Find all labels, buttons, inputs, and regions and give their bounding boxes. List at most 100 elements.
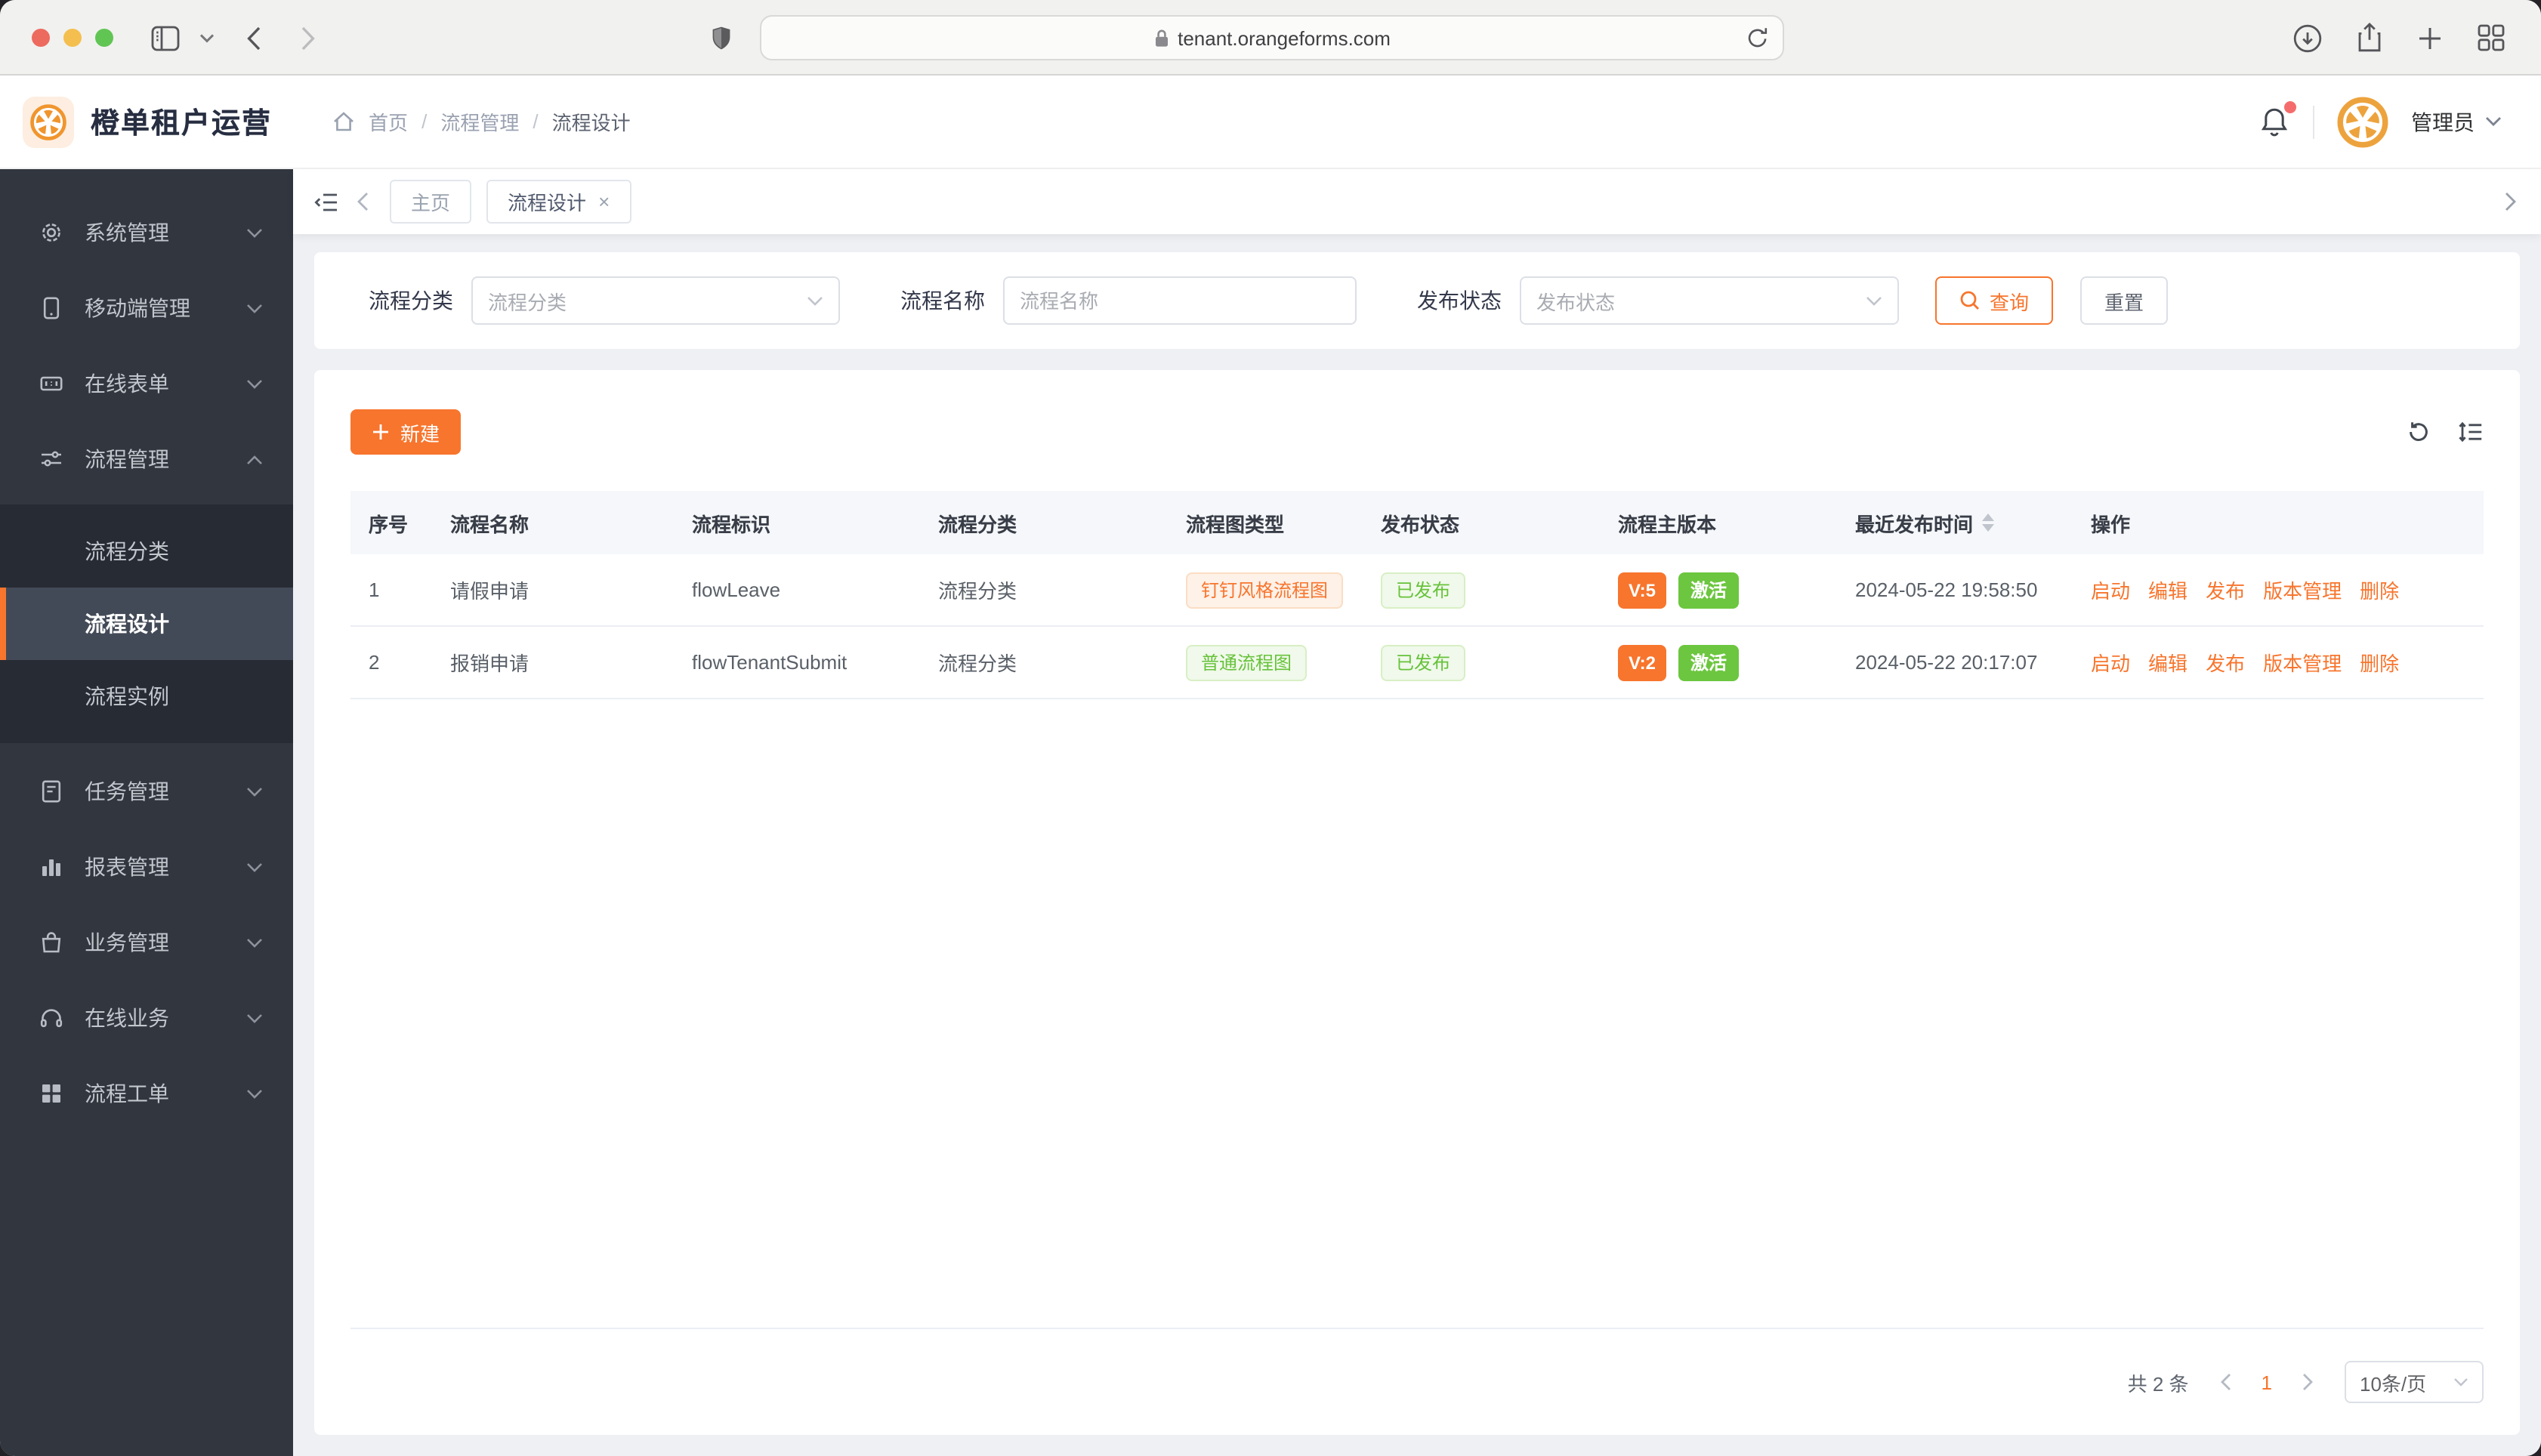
cell-key: flowLeave xyxy=(692,578,781,601)
sidebar-item-flow-design[interactable]: 流程设计 xyxy=(0,588,293,660)
next-page-button[interactable] xyxy=(2302,1373,2314,1391)
col-publish-status: 发布状态 xyxy=(1381,513,1460,535)
sidebar-item-flow-category[interactable]: 流程分类 xyxy=(0,515,293,588)
sidebar-item-report[interactable]: 报表管理 xyxy=(0,837,293,897)
sidebar: 系统管理 移动端管理 在线表单 流程管理 流程分类 流程设计 流程实例 任务管理… xyxy=(0,169,293,1456)
grid-overview-icon xyxy=(2478,24,2505,51)
app-title: 橙单租户运营 xyxy=(91,109,273,140)
prev-page-button[interactable] xyxy=(2219,1373,2231,1391)
chevron-left-icon xyxy=(357,193,368,211)
tab-group-chevron-button[interactable] xyxy=(196,0,218,76)
filter-name-input[interactable] xyxy=(1003,276,1357,325)
delete-link[interactable]: 删除 xyxy=(2360,575,2399,604)
active-badge: 激活 xyxy=(1678,644,1740,680)
sidebar-item-system[interactable]: 系统管理 xyxy=(0,202,293,263)
sort-asc-icon[interactable] xyxy=(1982,514,1995,521)
sidebar-item-flow-instance[interactable]: 流程实例 xyxy=(0,660,293,733)
filter-bar: 流程分类 流程分类 流程名称 发布状态 发布状态 xyxy=(314,252,2520,349)
edit-link[interactable]: 编辑 xyxy=(2148,648,2187,677)
publish-link[interactable]: 发布 xyxy=(2206,575,2245,604)
sort-desc-icon[interactable] xyxy=(1982,524,1995,532)
home-icon xyxy=(334,112,354,131)
refresh-button[interactable] xyxy=(2407,420,2431,444)
col-main-version: 流程主版本 xyxy=(1618,513,1717,535)
tab-scroll-right-button[interactable] xyxy=(2505,192,2517,211)
flow-table: 序号 流程名称 流程标识 流程分类 流程图类型 发布状态 流程主版本 最近发布时… xyxy=(350,491,2484,1329)
sidebar-item-online-form[interactable]: 在线表单 xyxy=(0,353,293,414)
row-density-button[interactable] xyxy=(2458,420,2484,444)
table-row: 1 请假申请 flowLeave 流程分类 钉钉风格流程图 已发布 V:5 激活 xyxy=(350,554,2484,627)
sidebar-item-flow-mgmt[interactable]: 流程管理 xyxy=(0,429,293,489)
publish-status-badge: 已发布 xyxy=(1381,644,1466,680)
notifications-button[interactable] xyxy=(2258,100,2296,138)
edit-link[interactable]: 编辑 xyxy=(2148,575,2187,604)
close-tab-icon[interactable]: × xyxy=(598,192,610,211)
filter-category-select[interactable]: 流程分类 xyxy=(471,276,840,325)
version-mgmt-link[interactable]: 版本管理 xyxy=(2263,575,2342,604)
filter-status-label: 发布状态 xyxy=(1417,288,1502,313)
chevron-down-icon xyxy=(2454,1378,2468,1387)
avatar[interactable] xyxy=(2337,96,2388,147)
sidebar-item-mobile[interactable]: 移动端管理 xyxy=(0,278,293,338)
filter-status-select[interactable]: 发布状态 xyxy=(1520,276,1899,325)
chevron-right-icon xyxy=(2505,193,2516,211)
col-category: 流程分类 xyxy=(938,513,1017,535)
chevron-down-icon xyxy=(247,787,262,796)
breadcrumb-flow-mgmt[interactable]: 流程管理 xyxy=(440,107,519,136)
shield-icon xyxy=(712,26,730,49)
tab-bar: 主页 流程设计 × xyxy=(293,169,2541,234)
cell-name: 报销申请 xyxy=(450,652,530,675)
refresh-icon xyxy=(2410,422,2428,441)
mobile-icon xyxy=(43,297,60,319)
user-name: 管理员 xyxy=(2411,110,2475,134)
share-button[interactable] xyxy=(2357,23,2382,53)
tab-home[interactable]: 主页 xyxy=(390,180,472,224)
new-tab-button[interactable] xyxy=(2417,25,2443,51)
back-button[interactable] xyxy=(242,0,266,76)
create-button[interactable]: 新建 xyxy=(350,409,462,455)
sidebar-item-flow-workorder[interactable]: 流程工单 xyxy=(0,1063,293,1124)
sidebar-item-online-business[interactable]: 在线业务 xyxy=(0,988,293,1048)
traffic-lights xyxy=(32,28,113,46)
flow-mgmt-submenu: 流程分类 流程设计 流程实例 xyxy=(0,504,293,743)
current-page[interactable]: 1 xyxy=(2262,1371,2272,1393)
publish-link[interactable]: 发布 xyxy=(2206,648,2245,677)
task-icon xyxy=(42,780,61,803)
downloads-button[interactable] xyxy=(2293,23,2322,52)
close-window-button[interactable] xyxy=(32,28,50,46)
collapse-menu-icon xyxy=(314,193,337,211)
sort-control[interactable] xyxy=(1982,514,1995,532)
version-mgmt-link[interactable]: 版本管理 xyxy=(2263,648,2342,677)
breadcrumb-home[interactable]: 首页 xyxy=(369,107,408,136)
bar-chart-icon xyxy=(42,859,60,876)
sidebar-toggle-button[interactable] xyxy=(148,0,181,76)
sidebar-item-task[interactable]: 任务管理 xyxy=(0,761,293,822)
minimize-window-button[interactable] xyxy=(63,28,82,46)
search-icon xyxy=(1960,291,1979,310)
reset-button[interactable]: 重置 xyxy=(2080,276,2169,325)
privacy-shield-button[interactable] xyxy=(707,0,734,76)
delete-link[interactable]: 删除 xyxy=(2360,648,2399,677)
chevron-right-icon xyxy=(301,26,315,50)
sidebar-item-business[interactable]: 业务管理 xyxy=(0,912,293,973)
start-link[interactable]: 启动 xyxy=(2091,648,2130,677)
chevron-down-icon xyxy=(2486,117,2501,126)
download-icon xyxy=(2293,23,2322,52)
forward-button[interactable] xyxy=(296,0,320,76)
address-bar[interactable]: tenant.orangeforms.com xyxy=(760,15,1784,60)
collapse-menu-button[interactable] xyxy=(314,191,338,212)
page-size-select[interactable]: 10条/页 xyxy=(2345,1361,2484,1403)
zoom-window-button[interactable] xyxy=(95,28,113,46)
cell-index: 2 xyxy=(369,651,380,674)
start-link[interactable]: 启动 xyxy=(2091,575,2130,604)
diagram-type-badge: 普通流程图 xyxy=(1186,644,1308,680)
reload-button[interactable] xyxy=(1746,26,1769,51)
form-icon xyxy=(40,376,63,391)
col-diagram-type: 流程图类型 xyxy=(1186,513,1285,535)
search-button[interactable]: 查询 xyxy=(1935,276,2054,325)
tab-flow-design[interactable]: 流程设计 × xyxy=(486,180,631,224)
tab-scroll-left-button[interactable] xyxy=(357,192,369,211)
user-menu[interactable]: 管理员 xyxy=(2411,106,2502,137)
flow-table-card: 新建 序号 流程名称 流程标识 流程分类 流程图类型 发布状态 流程主版本 最近… xyxy=(314,370,2520,1435)
tab-overview-button[interactable] xyxy=(2478,24,2505,51)
